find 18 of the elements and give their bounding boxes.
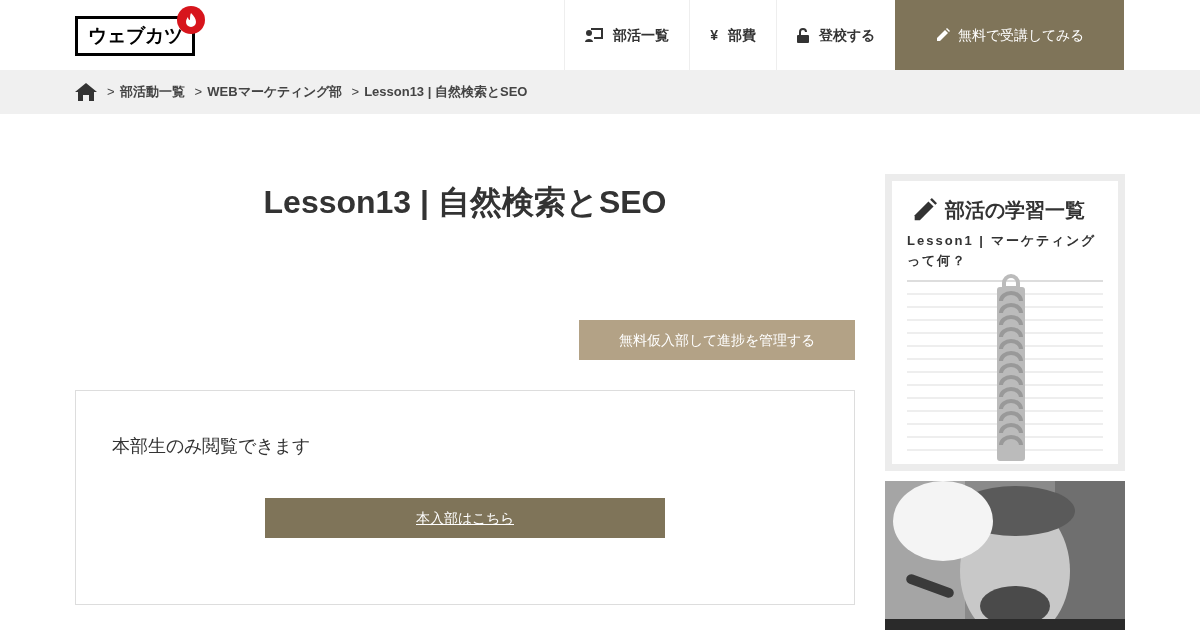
teacher-icon <box>585 28 604 42</box>
home-icon[interactable] <box>75 83 97 101</box>
free-trial-button[interactable]: 無料で受講してみる <box>895 0 1124 70</box>
breadcrumb-link[interactable]: 部活動一覧 <box>119 82 185 102</box>
sidebar-title: 部活の学習一覧 <box>945 198 1085 223</box>
pencil-icon <box>935 28 950 42</box>
pencil-icon <box>913 198 937 222</box>
page-title: Lesson13 | 自然検索とSEO <box>262 183 668 222</box>
lesson-link[interactable]: Lesson1 | マーケティングって何？ <box>907 231 1103 271</box>
notice-text: 本部生のみ閲覧できます <box>112 435 311 458</box>
join-button[interactable]: 本入部はこちら <box>265 498 665 538</box>
breadcrumb-link[interactable]: Lesson13 | 自然検索とSEO <box>364 82 528 102</box>
breadcrumb-separator: > <box>351 83 360 102</box>
breadcrumb-link[interactable]: WEBマーケティング部 <box>207 82 342 102</box>
yen-icon: ¥ <box>710 24 718 46</box>
breadcrumb-separator: > <box>194 83 203 102</box>
unlock-icon <box>797 27 809 43</box>
breadcrumb-separator: > <box>107 83 115 102</box>
